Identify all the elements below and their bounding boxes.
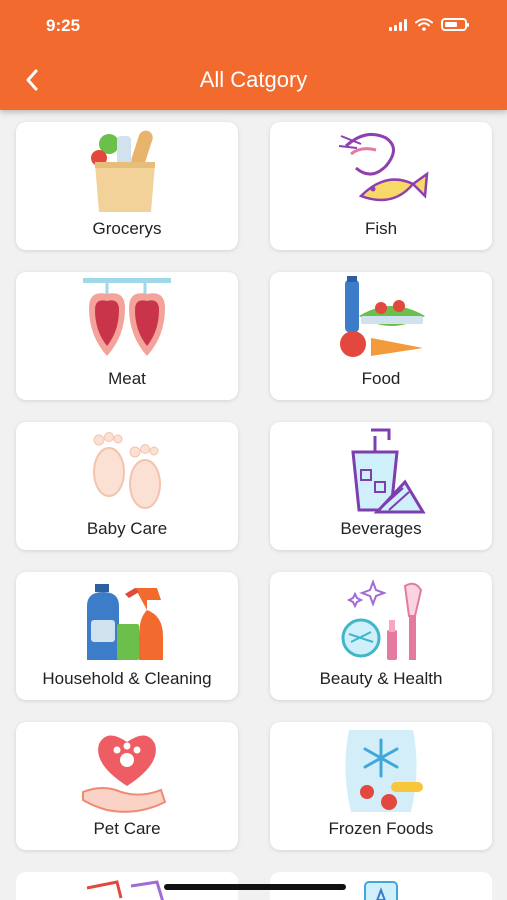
meat-icon (83, 278, 171, 356)
beverage-icon (351, 428, 426, 514)
category-label: Grocerys (92, 219, 162, 238)
category-label: Household & Cleaning (42, 669, 212, 688)
category-label: Fish (364, 219, 398, 238)
category-label: Beverages (340, 519, 422, 538)
beauty-cosmetics-icon (341, 579, 423, 660)
category-card-baby-care[interactable]: Baby Care (16, 422, 238, 550)
category-label: Beauty & Health (319, 669, 443, 688)
category-card-pet-care[interactable]: Pet Care (16, 722, 238, 850)
category-label: Meat (108, 369, 146, 388)
category-card-grocerys[interactable]: Grocerys (16, 122, 238, 250)
category-card-fish[interactable]: Fish (270, 122, 492, 250)
cleaning-supplies-icon (87, 584, 163, 660)
category-card-beverages[interactable]: Beverages (270, 422, 492, 550)
wifi-icon (415, 18, 433, 31)
category-card-beauty-health[interactable]: Beauty & Health (270, 572, 492, 700)
fish-shrimp-icon (338, 132, 429, 202)
category-grid: Grocerys Fish Meat Food Baby Care Bevera… (16, 122, 492, 900)
home-indicator (164, 884, 346, 890)
category-label: Pet Care (93, 819, 161, 838)
signal-icon (389, 18, 407, 31)
status-icons (389, 18, 469, 31)
category-icon (86, 880, 164, 900)
category-label: Baby Care (86, 519, 168, 538)
category-label: Frozen Foods (328, 819, 434, 838)
page-title: All Catgory (199, 67, 308, 92)
category-card-food[interactable]: Food (270, 272, 492, 400)
battery-icon (441, 18, 469, 31)
frozen-food-icon (345, 730, 423, 812)
baby-feet-icon (93, 432, 161, 509)
category-icon (364, 881, 398, 900)
food-icon (340, 276, 425, 357)
grocery-bag-icon (91, 130, 155, 212)
status-time: 9:25 (46, 16, 81, 35)
category-label: Food (361, 369, 401, 388)
category-card-household-cleaning[interactable]: Household & Cleaning (16, 572, 238, 700)
category-card-frozen-foods[interactable]: Frozen Foods (270, 722, 492, 850)
pet-care-icon (82, 735, 167, 813)
category-card-meat[interactable]: Meat (16, 272, 238, 400)
app-header: 9:25 All Catgory (0, 0, 507, 110)
